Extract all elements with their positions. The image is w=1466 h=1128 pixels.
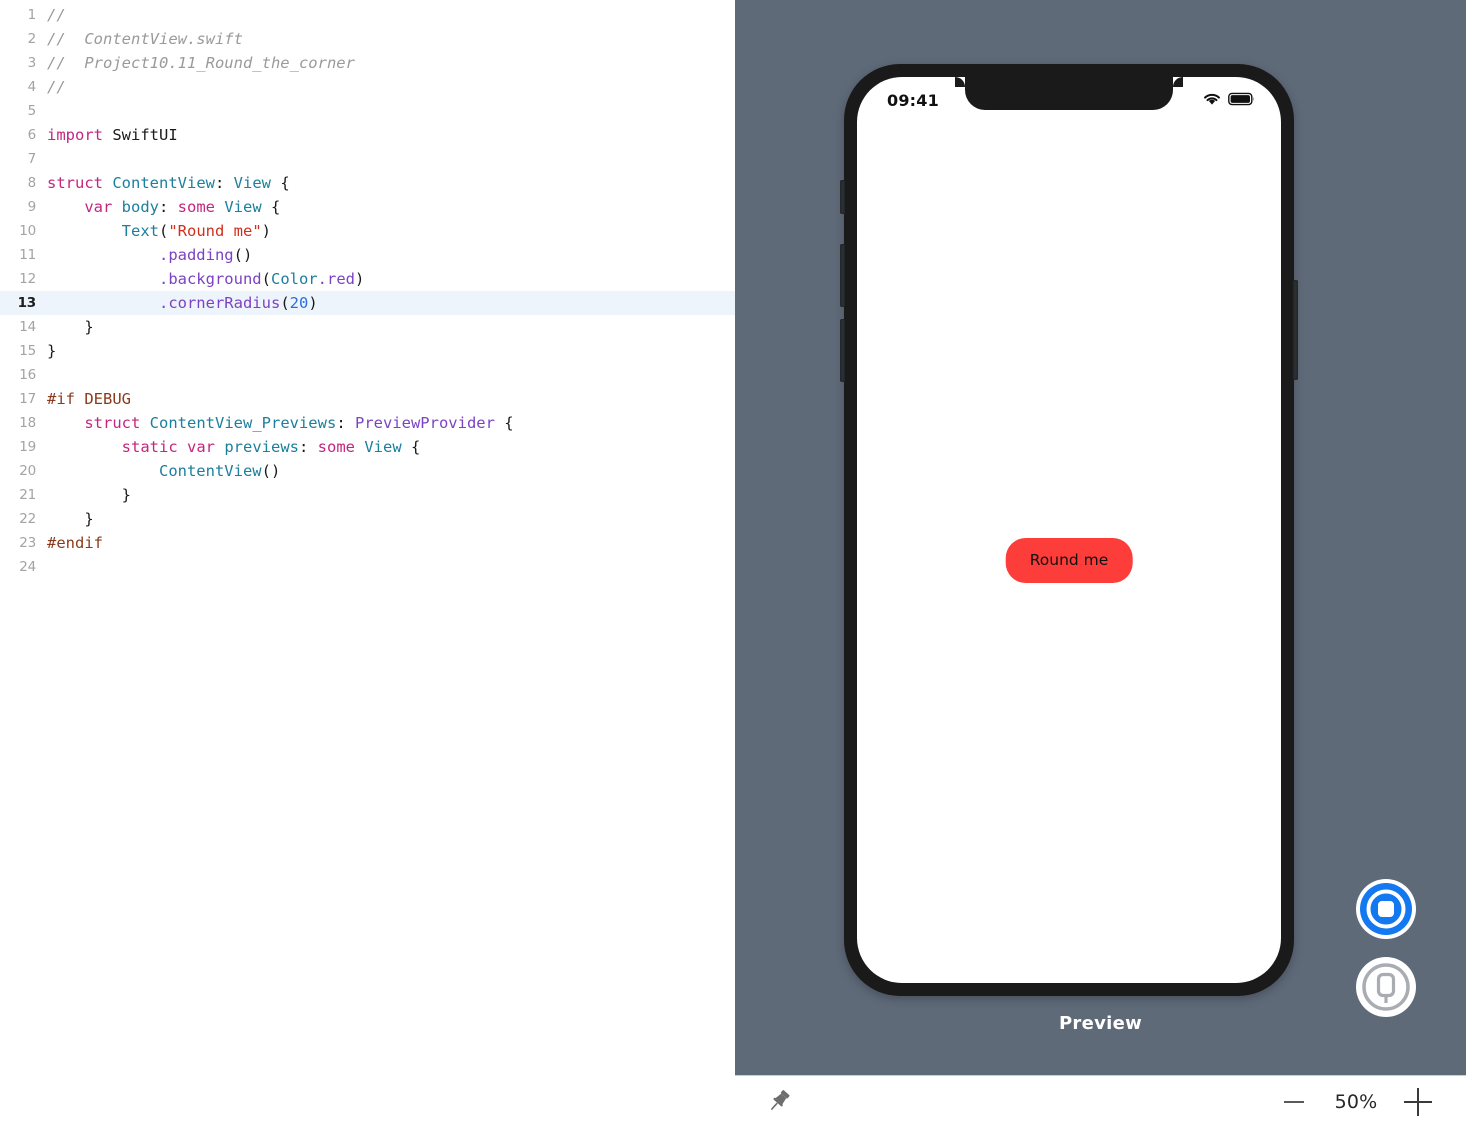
code-text: struct ContentView_Previews: PreviewProv… [84, 414, 514, 432]
code-text: .cornerRadius(20) [158, 294, 318, 312]
code-line[interactable]: 13 .cornerRadius(20) [0, 291, 735, 315]
line-number: 3 [27, 55, 37, 71]
xcode-window: 1 // 2 // ContentView.swift 3 // Project10.11… [0, 0, 1466, 1128]
code-line[interactable]: 22 } [0, 507, 735, 531]
line-number: 19 [19, 439, 36, 455]
line-number: 4 [27, 79, 37, 95]
code-text: ContentView() [158, 462, 281, 480]
wifi-icon [1203, 91, 1221, 110]
code-line[interactable]: 19 static var previews: some View { [0, 435, 735, 459]
zoom-controls: 50% [1268, 1080, 1444, 1124]
code-text: } [47, 486, 131, 504]
code-line[interactable]: 8 struct ContentView: View { [0, 171, 735, 195]
code-line[interactable]: 6 import SwiftUI [0, 123, 735, 147]
code-line[interactable]: 15} [0, 339, 735, 363]
code-text: import SwiftUI [47, 126, 178, 144]
line-number: 24 [19, 559, 36, 575]
code-text: // [47, 6, 66, 24]
line-number: 10 [19, 223, 36, 239]
zoom-out-button[interactable] [1268, 1080, 1320, 1124]
line-number: 17 [19, 391, 36, 407]
device-frame: 09:41 Round me [840, 64, 1298, 996]
preview-controls [1354, 877, 1418, 1019]
code-line[interactable]: 21 } [0, 483, 735, 507]
battery-icon [1228, 91, 1255, 110]
code-text: // [47, 78, 66, 96]
code-line[interactable]: 9 var body: some View { [0, 195, 735, 219]
status-bar: 09:41 [857, 77, 1281, 121]
line-number: 20 [19, 463, 36, 479]
line-number: 5 [27, 103, 37, 119]
code-editor-pane[interactable]: 1 // 2 // ContentView.swift 3 // Project10.11… [0, 0, 735, 1128]
plus-icon [1404, 1088, 1432, 1116]
code-line[interactable]: 16 [0, 363, 735, 387]
status-bar-time: 09:41 [887, 90, 939, 110]
line-number: 2 [27, 31, 37, 47]
line-number: 7 [27, 151, 37, 167]
line-number: 1 [27, 7, 37, 23]
code-text: } [47, 318, 94, 336]
code-line[interactable]: 2 // ContentView.swift [0, 27, 735, 51]
line-number: 6 [27, 127, 37, 143]
code-line[interactable]: 3 // Project10.11_Round_the_corner [0, 51, 735, 75]
code-line[interactable]: 7 [0, 147, 735, 171]
power-button[interactable] [1293, 280, 1298, 380]
line-number: 21 [19, 487, 36, 503]
line-number: 11 [19, 247, 36, 263]
preview-pane: 09:41 Round me Preview 50% [735, 0, 1466, 1128]
device-preview-button[interactable] [1354, 955, 1418, 1019]
code-text: var body: some View { [84, 198, 281, 216]
code-text: #if DEBUG [47, 390, 131, 408]
line-number: 14 [19, 319, 36, 335]
silent-switch-button[interactable] [840, 180, 845, 214]
code-line[interactable]: 10 Text("Round me") [0, 219, 735, 243]
line-number: 13 [17, 295, 37, 311]
code-line[interactable]: 23 #endif [0, 531, 735, 555]
zoom-level-value: 50% [1334, 1091, 1378, 1113]
code-text: .background(Color.red) [158, 270, 365, 288]
zoom-in-button[interactable] [1392, 1080, 1444, 1124]
preview-canvas[interactable]: 09:41 Round me Preview [735, 0, 1466, 1075]
code-text: #endif [47, 534, 103, 552]
line-number: 15 [19, 343, 36, 359]
code-text: .padding() [158, 246, 253, 264]
line-number: 12 [19, 271, 36, 287]
line-number: 23 [19, 535, 36, 551]
code-text: static var previews: some View { [121, 438, 421, 456]
line-number: 18 [19, 415, 36, 431]
preview-toolbar: 50% [735, 1075, 1466, 1128]
volume-up-button[interactable] [840, 244, 845, 307]
code-line[interactable]: 5 [0, 99, 735, 123]
code-text: } [47, 342, 57, 360]
code-line[interactable]: 11 .padding() [0, 243, 735, 267]
code-line[interactable]: 24 [0, 555, 735, 579]
code-line[interactable]: 1 // [0, 3, 735, 27]
line-number: 8 [27, 175, 37, 191]
pin-icon [771, 1090, 790, 1110]
code-text: // Project10.11_Round_the_corner [47, 54, 355, 72]
code-line[interactable]: 17 #if DEBUG [0, 387, 735, 411]
code-text: // ContentView.swift [47, 30, 243, 48]
pin-button[interactable] [765, 1087, 795, 1117]
volume-down-button[interactable] [840, 319, 845, 382]
minus-icon [1284, 1101, 1304, 1103]
device-screen[interactable]: 09:41 Round me [857, 77, 1281, 983]
live-preview-button[interactable] [1354, 877, 1418, 941]
code-line[interactable]: 18 struct ContentView_Previews: PreviewP… [0, 411, 735, 435]
status-bar-indicators [1203, 91, 1255, 110]
code-line[interactable]: 14 } [0, 315, 735, 339]
code-text: struct ContentView: View { [47, 174, 290, 192]
code-lines[interactable]: 1 // 2 // ContentView.swift 3 // Project10.11… [0, 0, 735, 579]
code-line[interactable]: 12 .background(Color.red) [0, 267, 735, 291]
round-me-button[interactable]: Round me [1005, 538, 1133, 584]
line-number: 16 [19, 367, 36, 383]
code-text: Text("Round me") [121, 222, 271, 240]
code-line[interactable]: 20 ContentView() [0, 459, 735, 483]
code-line[interactable]: 4 // [0, 75, 735, 99]
code-text: } [47, 510, 94, 528]
line-number: 22 [19, 511, 36, 527]
line-number: 9 [27, 199, 37, 215]
